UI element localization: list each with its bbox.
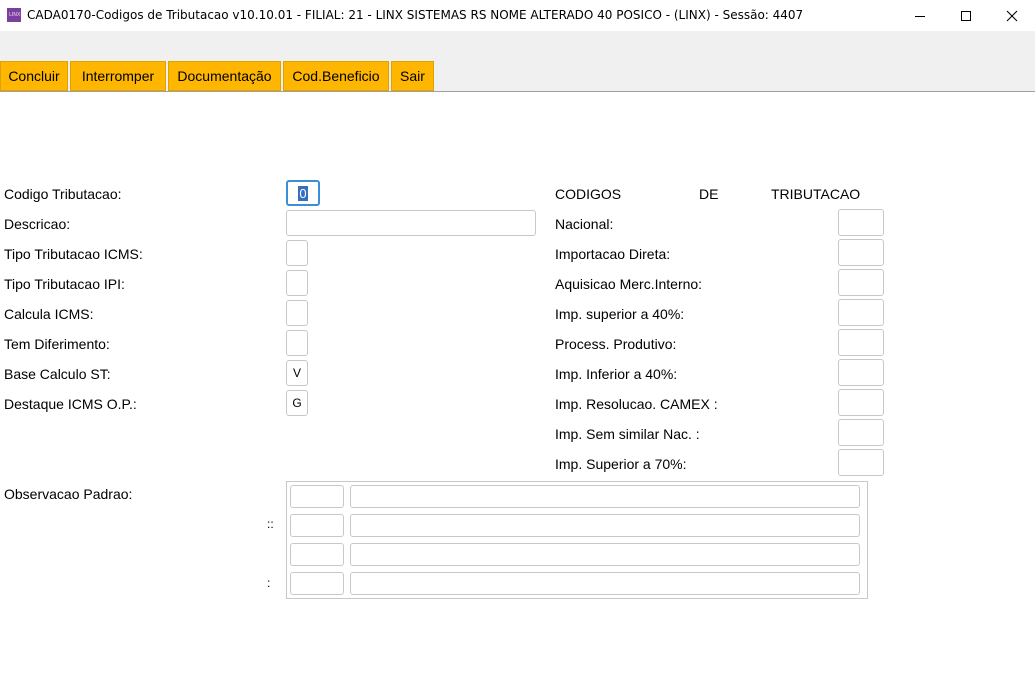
process-produtivo-label: Process. Produtivo: bbox=[555, 336, 677, 352]
obs-text-field-1[interactable] bbox=[350, 485, 860, 508]
nacional-field[interactable] bbox=[838, 209, 884, 236]
imp-resolucao-camex-field[interactable] bbox=[838, 389, 884, 416]
imp-resolucao-camex-label: Imp. Resolucao. CAMEX : bbox=[555, 396, 718, 412]
obs-text-field-3[interactable] bbox=[350, 543, 860, 566]
window-title: CADA0170-Codigos de Tributacao v10.10.01… bbox=[27, 8, 804, 22]
header-word-tributacao: TRIBUTACAO bbox=[771, 186, 861, 202]
aquisicao-merc-interno-label: Aquisicao Merc.Interno: bbox=[555, 276, 703, 292]
maximize-button[interactable] bbox=[943, 0, 989, 31]
obs-text-field-2[interactable] bbox=[350, 514, 860, 537]
nacional-label: Nacional: bbox=[555, 216, 614, 232]
base-st-field[interactable]: V bbox=[286, 360, 308, 386]
destaque-label: Destaque ICMS O.P.: bbox=[4, 396, 137, 412]
codigo-label: Codigo Tributacao: bbox=[4, 186, 122, 202]
aquisicao-merc-interno-field[interactable] bbox=[838, 269, 884, 296]
tipo-icms-label: Tipo Tributacao ICMS: bbox=[4, 246, 143, 262]
tipo-ipi-label: Tipo Tributacao IPI: bbox=[4, 276, 125, 292]
importacao-direta-field[interactable] bbox=[838, 239, 884, 266]
interromper-button[interactable]: Interromper bbox=[70, 61, 166, 91]
calcula-icms-label: Calcula ICMS: bbox=[4, 306, 94, 322]
header-word-codigos: CODIGOS bbox=[555, 186, 622, 202]
title-bar: LINX CADA0170-Codigos de Tributacao v10.… bbox=[0, 0, 1035, 31]
minimize-icon bbox=[915, 15, 925, 17]
descricao-field[interactable] bbox=[286, 210, 536, 236]
close-button[interactable] bbox=[989, 0, 1035, 31]
app-icon: LINX bbox=[7, 8, 21, 22]
diferimento-field[interactable] bbox=[286, 330, 308, 356]
imp-sem-similar-label: Imp. Sem similar Nac. : bbox=[555, 426, 700, 442]
obs-separator-1: :: bbox=[267, 517, 274, 531]
imp-superior-40-label: Imp. superior a 40%: bbox=[555, 306, 685, 322]
obs-code-field-4[interactable] bbox=[290, 572, 344, 595]
obs-separator-2: : bbox=[267, 576, 271, 590]
obs-code-field-2[interactable] bbox=[290, 514, 344, 537]
imp-sem-similar-field[interactable] bbox=[838, 419, 884, 446]
destaque-field[interactable]: G bbox=[286, 390, 308, 416]
descricao-label: Descricao: bbox=[4, 216, 71, 232]
header-word-de: DE bbox=[699, 186, 719, 202]
cod-beneficio-button[interactable]: Cod.Beneficio bbox=[283, 61, 389, 91]
obs-code-field-3[interactable] bbox=[290, 543, 344, 566]
process-produtivo-field[interactable] bbox=[838, 329, 884, 356]
maximize-icon bbox=[961, 10, 971, 21]
documentacao-button[interactable]: Documentação bbox=[168, 61, 281, 91]
close-icon bbox=[1006, 10, 1018, 21]
codigo-value: 0 bbox=[298, 185, 308, 201]
imp-inferior-40-field[interactable] bbox=[838, 359, 884, 386]
minimize-button[interactable] bbox=[897, 0, 943, 31]
calcula-icms-field[interactable] bbox=[286, 300, 308, 326]
obs-code-field-1[interactable] bbox=[290, 485, 344, 508]
diferimento-label: Tem Diferimento: bbox=[4, 336, 110, 352]
concluir-button[interactable]: Concluir bbox=[0, 61, 68, 91]
observacao-label: Observacao Padrao: bbox=[4, 486, 133, 502]
imp-superior-70-label: Imp. Superior a 70%: bbox=[555, 456, 687, 472]
sair-button[interactable]: Sair bbox=[391, 61, 434, 91]
imp-superior-40-field[interactable] bbox=[838, 299, 884, 326]
obs-text-field-4[interactable] bbox=[350, 572, 860, 595]
imp-superior-70-field[interactable] bbox=[838, 449, 884, 476]
imp-inferior-40-label: Imp. Inferior a 40%: bbox=[555, 366, 678, 382]
base-st-label: Base Calculo ST: bbox=[4, 366, 111, 382]
tipo-ipi-field[interactable] bbox=[286, 270, 308, 296]
importacao-direta-label: Importacao Direta: bbox=[555, 246, 671, 262]
tipo-icms-field[interactable] bbox=[286, 240, 308, 266]
toolbar-divider bbox=[0, 91, 1035, 92]
codigo-field[interactable]: 0 bbox=[286, 180, 320, 206]
